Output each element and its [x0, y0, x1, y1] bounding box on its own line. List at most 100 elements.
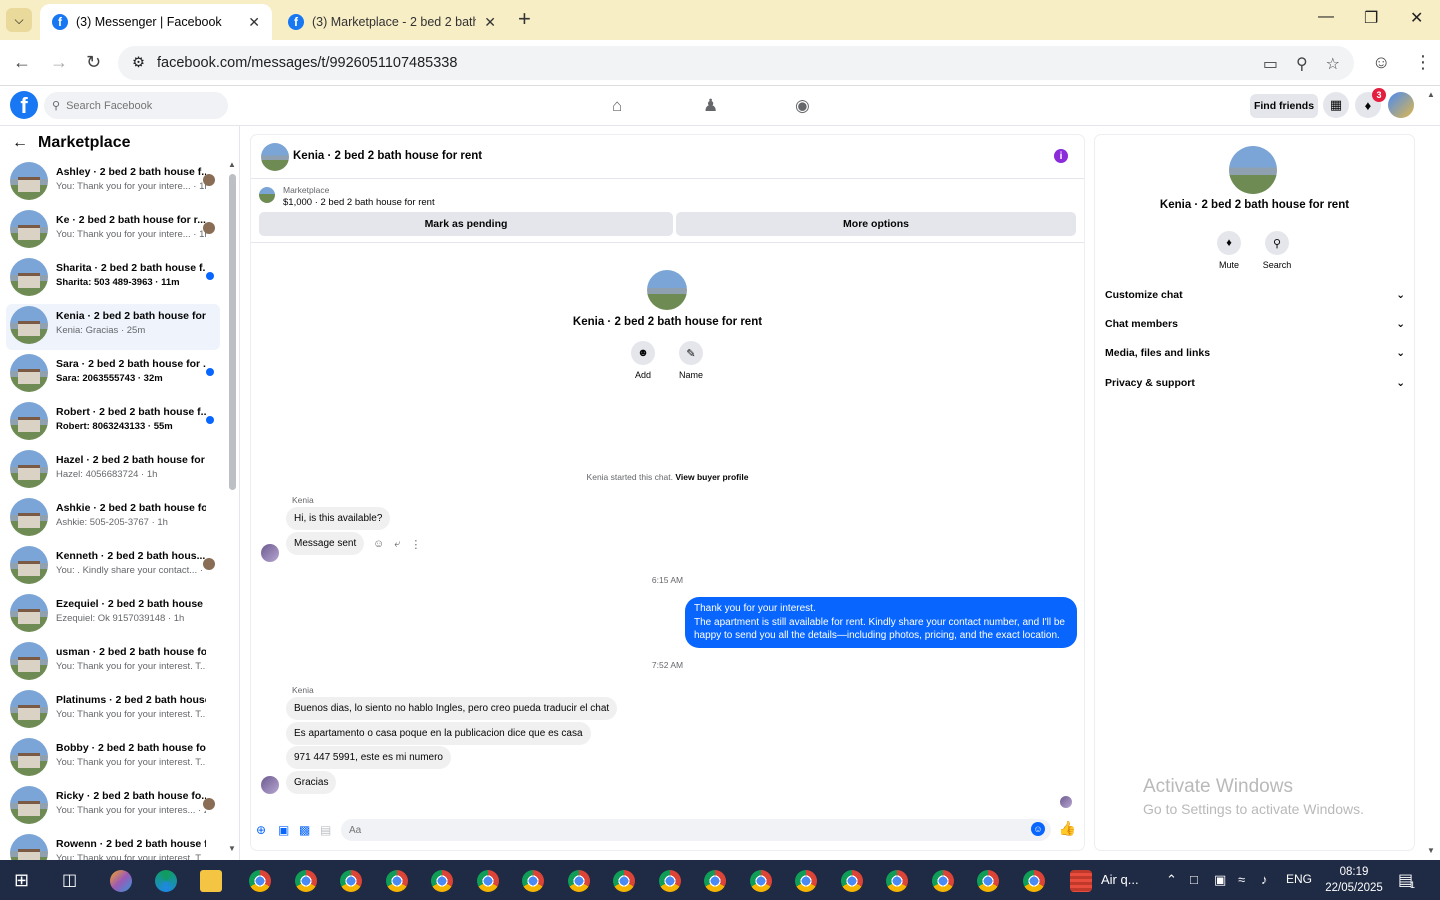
chrome-window-icon[interactable] — [931, 870, 954, 892]
network-share-icon[interactable]: ▣ — [1214, 872, 1226, 888]
chat-avatar[interactable] — [261, 143, 289, 171]
weather-icon[interactable] — [1070, 870, 1092, 892]
message-input-box[interactable]: ☺ — [341, 819, 1051, 841]
address-bar[interactable]: ⚙ facebook.com/messages/t/99260511074853… — [118, 46, 1354, 80]
mark-as-pending-button[interactable]: Mark as pending — [259, 212, 673, 236]
wifi-icon[interactable]: ≈ — [1238, 872, 1245, 887]
conversation-item[interactable]: Hazel · 2 bed 2 bath house for ... Hazel:… — [6, 448, 220, 494]
conversation-item[interactable]: Rowenn · 2 bed 2 bath house f... You: Tha… — [6, 832, 220, 860]
add-people-button[interactable]: ☻ Add — [623, 341, 663, 380]
search-input[interactable] — [66, 99, 217, 112]
more-kebab-icon[interactable]: ⋮ — [410, 538, 421, 551]
profile-icon[interactable]: ☺ — [1372, 52, 1390, 73]
sticker-icon[interactable]: ▩ — [299, 823, 310, 837]
message-bubble[interactable]: Buenos dias, lo siento no hablo Ingles, … — [286, 697, 618, 720]
mute-button[interactable]: ♦ Mute — [1209, 231, 1249, 270]
tray-chevron-up-icon[interactable]: ⌃ — [1166, 872, 1177, 888]
conversation-item[interactable]: Platinums · 2 bed 2 bath house... You: Th… — [6, 688, 220, 734]
page-scroll-down-icon[interactable]: ▼ — [1427, 846, 1435, 855]
outgoing-message-bubble[interactable]: Thank you for your interest. The apartme… — [685, 597, 1077, 648]
conversation-item[interactable]: Kenia · 2 bed 2 bath house for ... Kenia:… — [6, 304, 220, 350]
media-files-section[interactable]: Media, files and links ⌄ — [1105, 343, 1405, 363]
forward-icon[interactable]: → — [50, 52, 68, 73]
back-arrow-icon[interactable]: ← — [12, 134, 28, 152]
chrome-window-icon[interactable] — [340, 870, 362, 892]
info-icon[interactable]: i — [1054, 149, 1068, 163]
conversation-item[interactable]: Ricky · 2 bed 2 bath house fo... You: Tha… — [6, 784, 220, 830]
back-icon[interactable]: ← — [13, 52, 31, 73]
chrome-window-icon[interactable] — [840, 870, 863, 892]
system-clock[interactable]: 08:19 22/05/2025 — [1322, 864, 1386, 896]
plus-circle-icon[interactable]: ⊕ — [256, 823, 266, 837]
close-window-icon[interactable]: ✕ — [1410, 8, 1423, 28]
windows-start-icon[interactable]: ⊞ — [14, 870, 29, 891]
conversation-item[interactable]: Robert · 2 bed 2 bath house f... Robert: … — [6, 400, 220, 446]
find-friends-button[interactable]: Find friends — [1250, 94, 1318, 118]
conversation-item[interactable]: Bobby · 2 bed 2 bath house for... You: Th… — [6, 736, 220, 782]
chat-title[interactable]: Kenia · 2 bed 2 bath house for rent — [293, 150, 482, 162]
chrome-window-icon[interactable] — [658, 870, 681, 892]
reload-icon[interactable]: ↻ — [86, 52, 101, 73]
emoji-icon[interactable]: ☺ — [1031, 822, 1045, 836]
groups-icon[interactable]: ◉ — [795, 96, 810, 116]
chrome-window-icon[interactable] — [749, 870, 772, 892]
message-bubble[interactable]: Gracias — [286, 771, 337, 794]
conversation-item[interactable]: usman · 2 bed 2 bath house for... You: Th… — [6, 640, 220, 686]
message-bubble[interactable]: Es apartamento o casa poque en la public… — [286, 722, 591, 745]
conversation-item[interactable]: Ke · 2 bed 2 bath house for r... You: Tha… — [6, 208, 220, 254]
customize-chat-section[interactable]: Customize chat ⌄ — [1105, 285, 1405, 305]
chrome-window-icon[interactable] — [567, 870, 590, 892]
conversation-item[interactable]: Ashkie · 2 bed 2 bath house for... Ashkie… — [6, 496, 220, 542]
scrollbar-thumb[interactable] — [229, 174, 236, 490]
scroll-down-arrow-icon[interactable]: ▼ — [228, 844, 236, 853]
chrome-window-icon[interactable] — [249, 870, 271, 892]
volume-icon[interactable]: ♪ — [1261, 872, 1268, 887]
thumbs-up-icon[interactable]: 👍 — [1059, 820, 1076, 837]
conversation-item[interactable]: Sharita · 2 bed 2 bath house f... Sharita… — [6, 256, 220, 302]
weather-text[interactable]: Air q... — [1101, 872, 1139, 887]
scroll-up-arrow-icon[interactable]: ▲ — [228, 160, 236, 169]
chrome-window-icon[interactable] — [385, 870, 408, 892]
react-emoji-icon[interactable]: ☺ — [373, 538, 384, 551]
name-button[interactable]: ✎ Name — [671, 341, 711, 380]
chrome-window-icon[interactable] — [294, 870, 317, 892]
chrome-window-icon[interactable] — [886, 870, 908, 892]
conversation-item[interactable]: Kenneth · 2 bed 2 bath hous... You: . Kin… — [6, 544, 220, 590]
install-app-icon[interactable]: ▭ — [1263, 54, 1278, 74]
search-chat-button[interactable]: ⚲ Search — [1257, 231, 1297, 270]
conversation-item[interactable]: Ashley · 2 bed 2 bath house f... You: Tha… — [6, 160, 220, 206]
account-avatar[interactable] — [1388, 92, 1414, 118]
restore-icon[interactable]: ❐ — [1364, 8, 1378, 28]
language-indicator[interactable]: ENG — [1286, 872, 1312, 886]
chrome-window-icon[interactable] — [431, 870, 453, 892]
privacy-support-section[interactable]: Privacy & support ⌄ — [1105, 373, 1405, 393]
chrome-window-icon[interactable] — [795, 870, 817, 892]
facebook-logo[interactable]: f — [10, 91, 38, 119]
chrome-window-icon[interactable] — [1022, 870, 1045, 892]
new-tab-button[interactable]: + — [518, 8, 531, 30]
tab-marketplace[interactable]: f (3) Marketplace - 2 bed 2 bath h ✕ — [276, 4, 508, 40]
edge-icon[interactable] — [155, 870, 177, 892]
photo-icon[interactable]: ▣ — [278, 823, 289, 837]
tab-messenger[interactable]: f (3) Messenger | Facebook ✕ — [40, 4, 272, 40]
chat-members-section[interactable]: Chat members ⌄ — [1105, 314, 1405, 334]
meet-icon[interactable]: □ — [1190, 872, 1198, 887]
chrome-window-icon[interactable] — [977, 870, 999, 892]
facebook-search[interactable]: ⚲ — [44, 92, 228, 119]
conversation-item[interactable]: Sara · 2 bed 2 bath house for ... Sara: 2… — [6, 352, 220, 398]
close-icon[interactable]: ✕ — [248, 14, 260, 31]
chrome-window-icon[interactable] — [704, 870, 726, 892]
reply-icon[interactable]: ⤶ — [394, 538, 400, 551]
message-input[interactable] — [349, 824, 1009, 836]
task-view-icon[interactable]: ◫ — [62, 870, 77, 890]
menu-grid-icon[interactable]: ▦ — [1323, 92, 1349, 118]
copilot-icon[interactable] — [110, 870, 132, 892]
zoom-icon[interactable]: ⚲ — [1296, 54, 1308, 74]
chrome-window-icon[interactable] — [613, 870, 635, 892]
file-explorer-icon[interactable] — [200, 870, 222, 892]
chrome-window-icon[interactable] — [522, 870, 544, 892]
bookmark-star-icon[interactable]: ☆ — [1326, 54, 1340, 74]
chrome-window-icon[interactable] — [476, 870, 499, 892]
close-icon[interactable]: ✕ — [484, 14, 496, 31]
view-buyer-profile-link[interactable]: View buyer profile — [675, 472, 748, 482]
